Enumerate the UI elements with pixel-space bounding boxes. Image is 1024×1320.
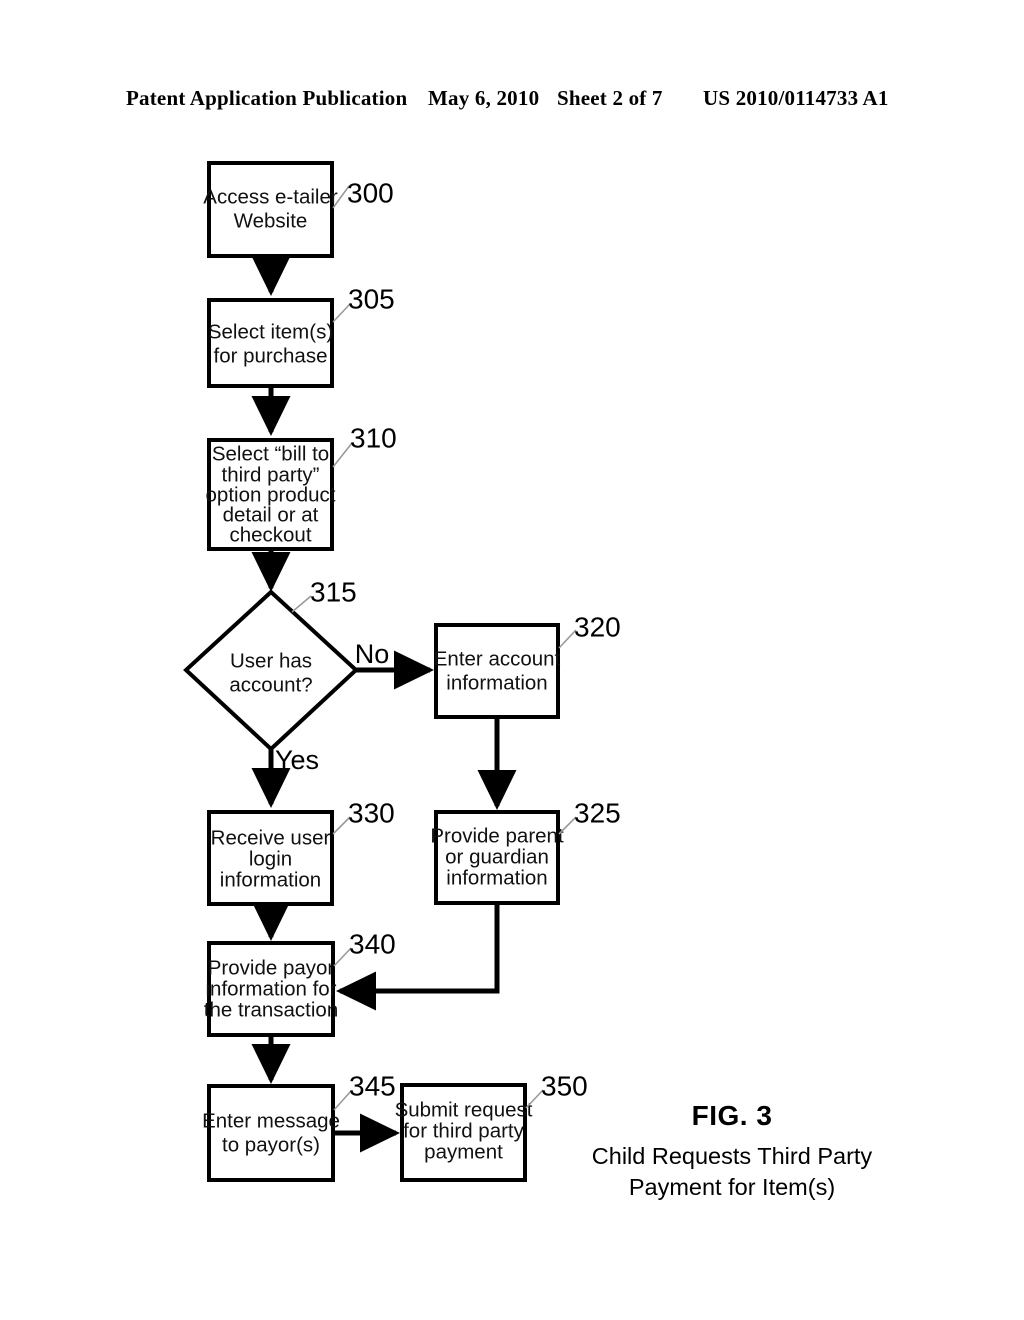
node-325-reference-numeral: 325 [574,797,621,828]
node-310-select-bill-to-third-party[interactable]: Select “bill to third party” option prod… [206,422,397,551]
figure-caption: FIG. 3 Child Requests Third Party Paymen… [572,1100,892,1203]
node-315-leader-line [291,595,312,613]
node-345-reference-numeral: 345 [349,1070,396,1101]
node-340-reference-numeral: 340 [349,928,396,959]
node-350-label-line-1: Submit request [395,1098,533,1121]
figure-title-line-2: Payment for Item(s) [628,1174,836,1201]
node-320-label-line-1: Enter account [434,647,561,670]
node-330-label-line-2: login [249,847,292,870]
node-320-reference-numeral: 320 [574,611,621,642]
node-320-enter-account-information[interactable]: Enter account information 320 [434,611,621,719]
node-305-label-line-2: for purchase [214,344,328,367]
node-310-reference-numeral: 310 [350,422,397,453]
node-325-provide-parent-or-guardian-information[interactable]: Provide parent or guardian information 3… [430,797,621,905]
node-310-label-line-5: checkout [229,523,311,546]
node-330-receive-user-login-information[interactable]: Receive user login information 330 [207,797,395,906]
node-315-label-line-1: User has [230,649,312,672]
figure-title-line-1: Child Requests Third Party [591,1143,873,1169]
node-345-label-line-1: Enter message [202,1109,340,1132]
branch-label-yes: Yes [275,745,319,775]
node-345-enter-message-to-payors[interactable]: Enter message to payor(s) 345 [202,1070,396,1182]
node-330-label-line-3: information [220,868,321,891]
figure-label: FIG. 3 [691,1100,773,1131]
node-350-submit-request-for-third-party-payment[interactable]: Submit request for third party payment 3… [395,1070,588,1182]
node-320-label-line-2: information [446,671,547,694]
node-315-label-line-2: account? [229,673,312,696]
node-310-label-line-1: Select “bill to [212,442,329,465]
node-350-reference-numeral: 350 [541,1070,588,1101]
node-340-label-line-1: Provide payor [208,956,335,979]
node-325-label-line-2: or guardian [445,845,549,868]
node-305-label-line-1: Select item(s) [208,320,333,343]
node-340-label-line-2: information for [205,977,336,1000]
node-300-label-line-2: Website [234,209,308,232]
node-350-label-line-2: for third party [403,1119,525,1142]
node-330-reference-numeral: 330 [348,797,395,828]
node-340-label-line-3: the transaction [204,998,338,1021]
node-340-provide-payor-information[interactable]: Provide payor information for the transa… [204,928,396,1037]
node-325-label-line-1: Provide parent [430,824,564,847]
node-300-label-line-1: Access e-tailer [203,185,338,208]
node-315-user-has-account-decision[interactable]: User has account? 315 [183,576,359,752]
node-325-label-line-3: information [446,866,547,889]
node-305-reference-numeral: 305 [348,283,395,314]
node-305-select-items-for-purchase[interactable]: Select item(s) for purchase 305 [207,283,395,388]
node-345-label-line-2: to payor(s) [222,1133,320,1156]
branch-label-no: No [355,639,390,669]
node-300-reference-numeral: 300 [347,177,394,208]
node-315-reference-numeral: 315 [310,576,357,607]
node-330-label-line-1: Receive user [211,826,331,849]
node-300-access-etailer-website[interactable]: Access e-tailer Website 300 [203,161,394,258]
node-350-label-line-3: payment [424,1140,503,1163]
